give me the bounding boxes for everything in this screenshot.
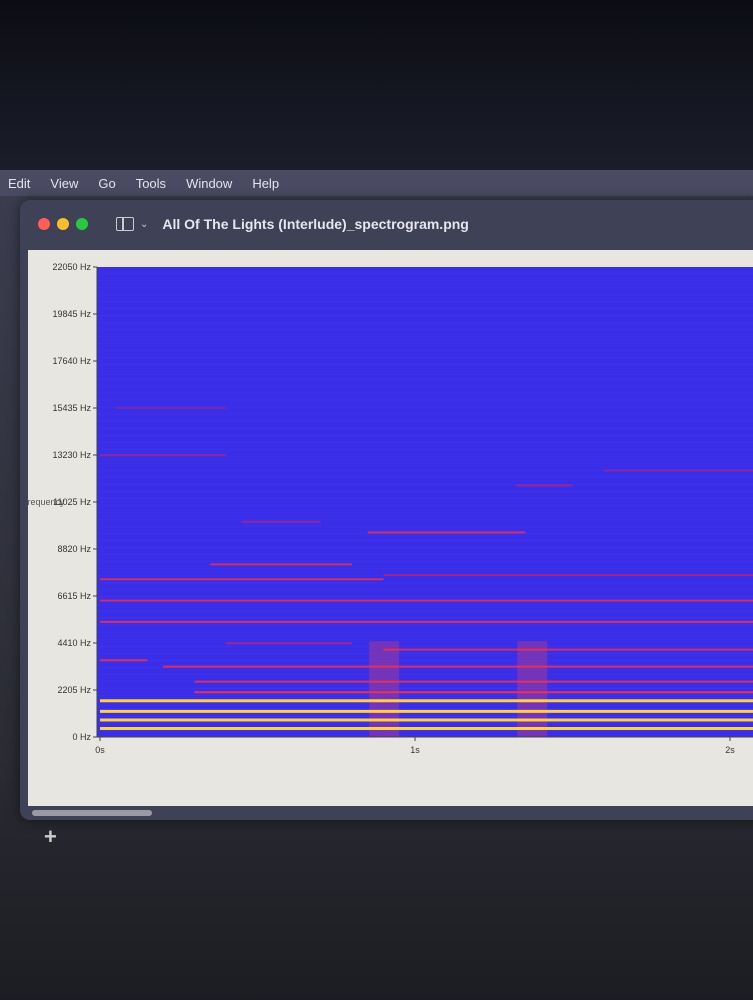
title-bar: ⌄ All Of The Lights (Interlude)_spectrog… [20, 200, 753, 248]
close-button[interactable] [38, 218, 50, 230]
menu-go[interactable]: Go [98, 176, 115, 191]
y-tick-label: 19845 Hz [52, 309, 91, 319]
y-tick-label: 17640 Hz [52, 356, 91, 366]
zoom-button[interactable] [76, 218, 88, 230]
menu-window[interactable]: Window [186, 176, 232, 191]
y-axis-label: Frequency [28, 497, 65, 507]
y-tick-label: 6615 Hz [57, 591, 91, 601]
menu-view[interactable]: View [50, 176, 78, 191]
x-tick-label: 2s [725, 745, 735, 755]
horizontal-scrollbar[interactable] [32, 810, 152, 816]
preview-window: ⌄ All Of The Lights (Interlude)_spectrog… [20, 200, 753, 820]
y-tick-label: 2205 Hz [57, 685, 91, 695]
sidebar-toggle-icon[interactable] [116, 217, 134, 231]
y-tick-label: 8820 Hz [57, 544, 91, 554]
y-tick-label: 4410 Hz [57, 638, 91, 648]
y-tick-label: 15435 Hz [52, 403, 91, 413]
chevron-down-icon[interactable]: ⌄ [140, 219, 148, 230]
plus-icon[interactable]: + [44, 824, 57, 850]
menu-bar: Edit View Go Tools Window Help [0, 170, 753, 196]
menu-edit[interactable]: Edit [8, 176, 30, 191]
minimize-button[interactable] [57, 218, 69, 230]
menu-help[interactable]: Help [252, 176, 279, 191]
x-tick-label: 0s [95, 745, 105, 755]
window-title: All Of The Lights (Interlude)_spectrogra… [162, 216, 469, 232]
y-tick-label: 0 Hz [72, 732, 91, 742]
menu-tools[interactable]: Tools [136, 176, 166, 191]
spectrogram-chart: 22050 Hz 19845 Hz 17640 Hz 15435 Hz 13230 Hz… [22, 262, 753, 755]
onset-burst [517, 641, 548, 737]
x-tick-label: 1s [410, 745, 420, 755]
y-tick-label: 13230 Hz [52, 450, 91, 460]
onset-burst [369, 641, 400, 737]
image-canvas: 22050 Hz 19845 Hz 17640 Hz 15435 Hz 13230 Hz… [22, 250, 753, 806]
y-tick-label: 22050 Hz [52, 262, 91, 272]
background-dark [0, 0, 753, 172]
